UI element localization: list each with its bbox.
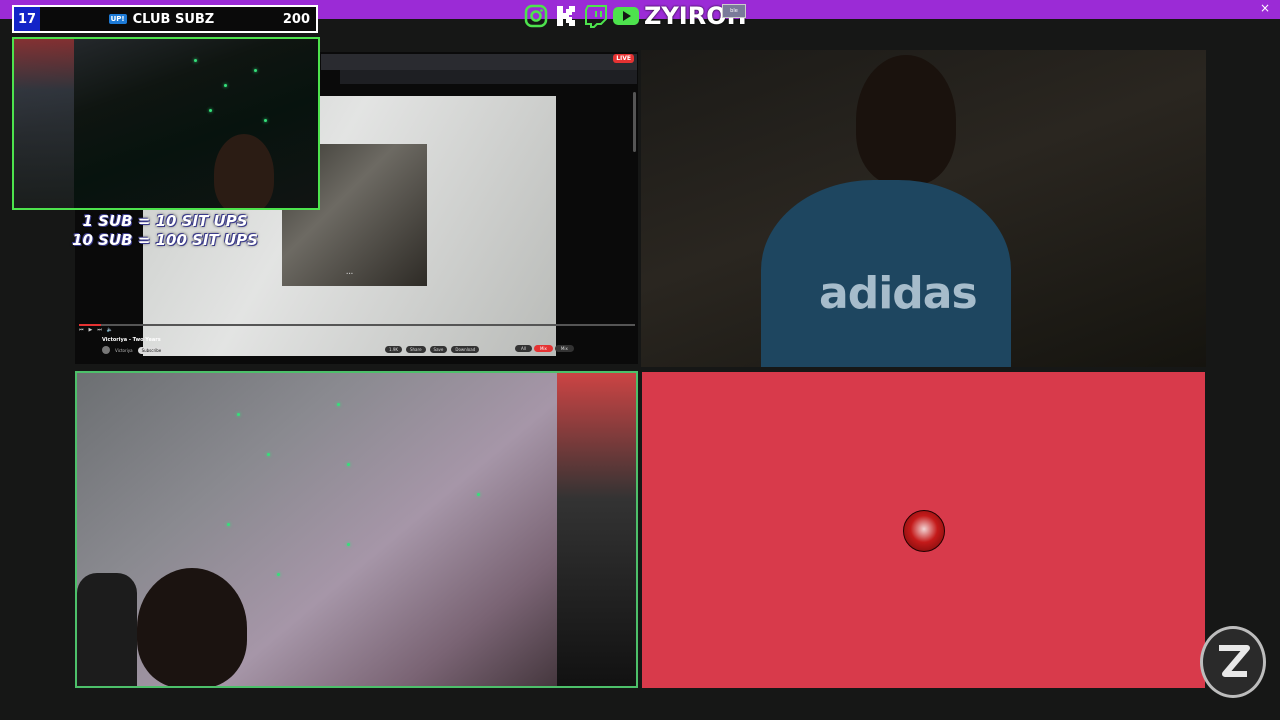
live-badge: LIVE [613,54,634,63]
social-brand-row: ZYIROH [522,2,747,30]
webcam-top-left [12,37,320,210]
led-light [347,543,350,546]
channel-avatar[interactable] [102,346,110,354]
challenge-line-1: 1 SUB = 10 SIT UPS [82,212,248,230]
challenge-line-2: 10 SUB = 100 SIT UPS [72,231,258,249]
pill-all[interactable]: All [515,345,532,352]
pill-mix[interactable]: Mix [533,345,553,352]
led-light [237,413,240,416]
led-light [337,403,340,406]
channel-name[interactable]: Victoriya [115,348,133,353]
guest-head [856,55,956,185]
led-light [477,493,480,496]
streamer-silhouette [137,568,247,686]
youtube-icon [612,4,640,28]
twitch-icon [582,4,610,28]
close-icon[interactable]: × [1260,1,1270,15]
guest-avatar-icon [903,510,945,552]
scrollbar[interactable] [633,92,636,152]
prev-icon[interactable]: ⏮ [79,327,84,333]
progress-fill [79,324,102,326]
streamer-silhouette [214,134,274,208]
webcam-bottom-left [75,371,638,688]
video-title: Victoriya - Two Years [102,337,161,343]
hoodie-logo-text: adidas [819,268,978,319]
progress-bar[interactable] [79,324,635,326]
sub-goal-target: 200 [282,11,310,27]
save-button[interactable]: Save [429,346,448,353]
sub-goal-bar: 17 UP! CLUB SUBZ 200 [12,5,318,33]
browser-tab-bar [321,54,637,70]
sub-count: 17 [14,7,40,31]
instagram-icon [522,4,550,28]
led-light [264,119,267,122]
video-controls: ⏮ ▶ ⏭ 🔈 [75,322,638,334]
led-light [224,84,227,87]
subscribe-button[interactable]: Subscribe [137,346,166,354]
channel-logo-icon [1200,626,1266,698]
up-badge: UP! [108,14,127,24]
monitor-stack [557,373,636,686]
led-light [347,463,350,466]
share-button[interactable]: Share [405,346,426,353]
play-icon[interactable]: ▶ [89,327,93,333]
gaming-chair [77,573,137,686]
like-button[interactable]: 1.9K [385,346,402,353]
notice-badge: ble [722,4,746,18]
browser-address-bar [340,70,637,84]
led-light [209,109,212,112]
video-caption: ••• [346,271,354,276]
led-light [267,453,270,456]
challenge-text: 1 SUB = 10 SIT UPS 10 SUB = 100 SIT UPS [62,212,268,250]
download-button[interactable]: Download [451,346,480,353]
webcam-right: adidas [641,50,1206,367]
led-light [277,573,280,576]
video-actions: 1.9K Share Save Download [385,346,480,353]
led-light [194,59,197,62]
player-buttons: ⏮ ▶ ⏭ 🔈 [79,327,113,333]
filter-pills: All Mix Mix [515,345,574,352]
kick-icon [552,4,580,28]
sub-goal-title: UP! CLUB SUBZ [40,12,283,27]
channel-row: Victoriya Subscribe [102,346,166,354]
pill-mix-2[interactable]: Mix [554,345,574,352]
led-light [254,69,257,72]
sub-goal-label: CLUB SUBZ [132,11,215,27]
led-light [227,523,230,526]
next-icon[interactable]: ⏭ [97,327,102,333]
monitor-glow [14,39,74,208]
volume-icon[interactable]: 🔈 [107,327,113,333]
